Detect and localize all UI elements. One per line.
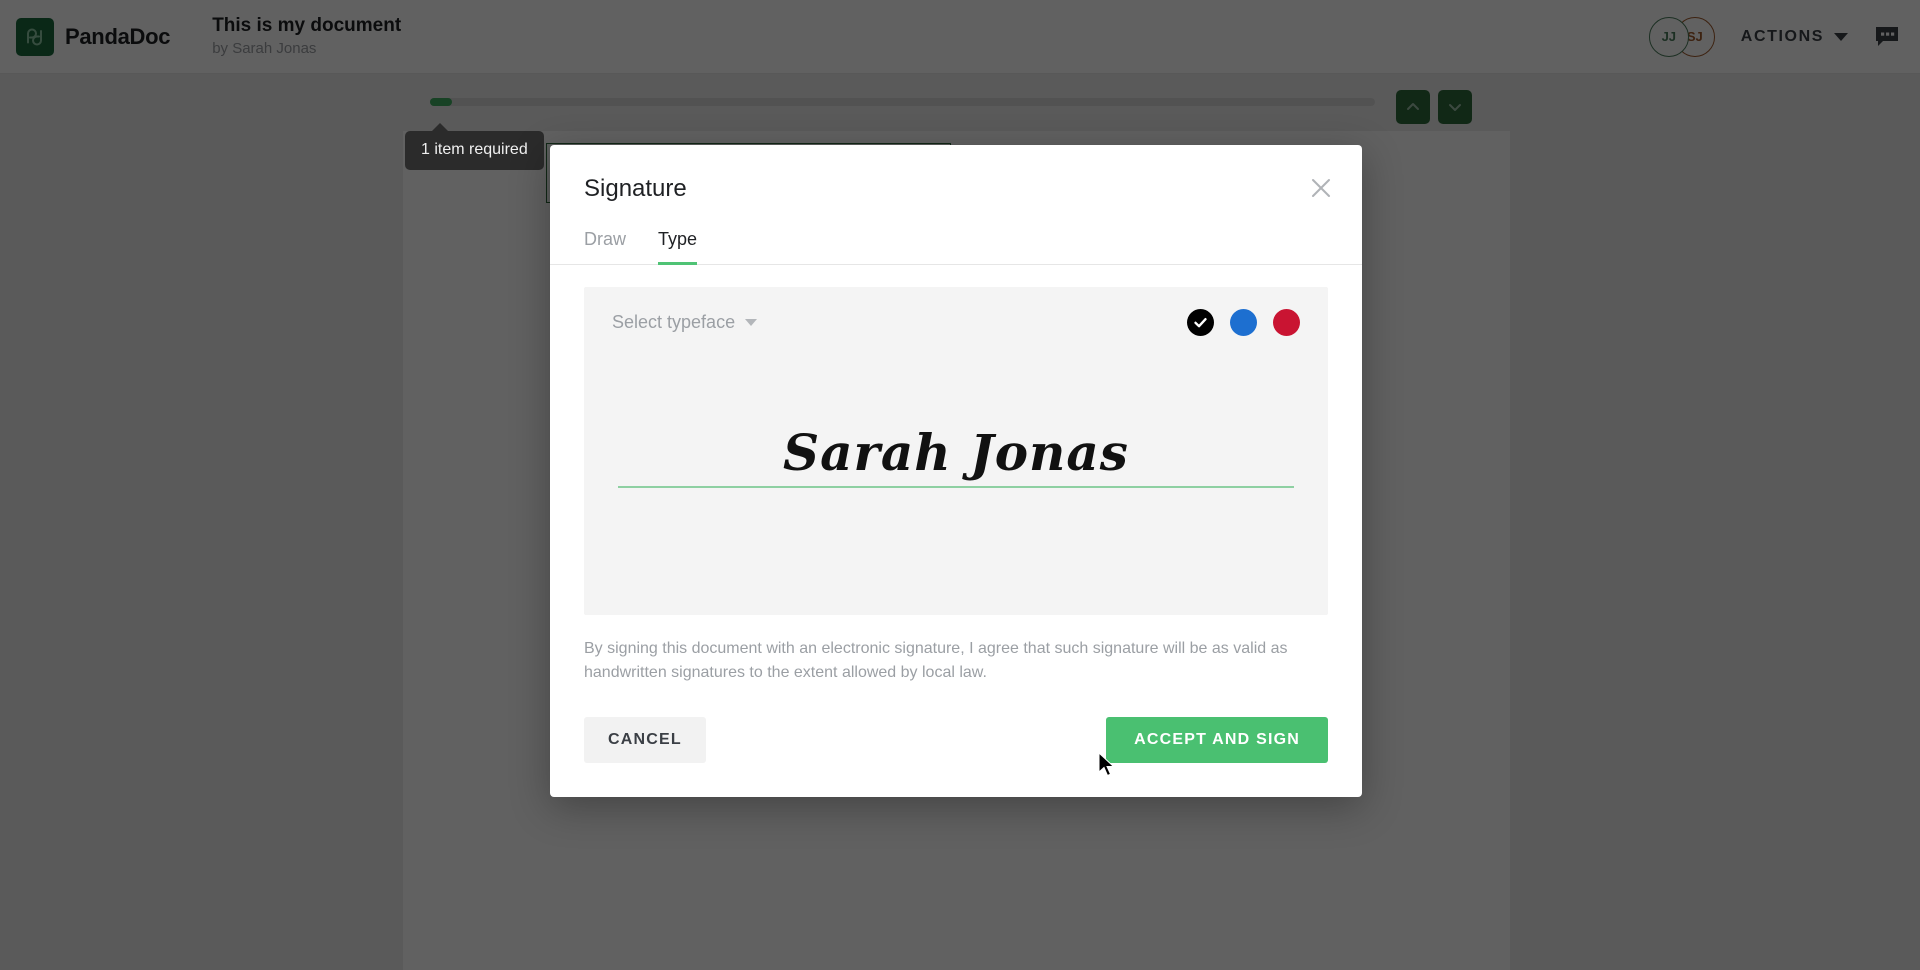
signature-preview: Sarah Jonas xyxy=(618,423,1294,488)
app-root: PandaDoc This is my document by Sarah Jo… xyxy=(0,0,1920,970)
required-items-tooltip: 1 item required xyxy=(405,123,544,170)
chevron-down-icon xyxy=(745,319,758,326)
signature-tabs: Draw Type xyxy=(550,229,1362,265)
modal-footer: CANCEL ACCEPT AND SIGN xyxy=(550,717,1362,797)
typeface-select[interactable]: Select typeface xyxy=(612,312,758,333)
accept-and-sign-button[interactable]: ACCEPT AND SIGN xyxy=(1106,717,1328,763)
signature-baseline xyxy=(618,485,1294,488)
cancel-button[interactable]: CANCEL xyxy=(584,717,706,763)
mouse-cursor xyxy=(1098,751,1118,785)
color-swatch-blue[interactable] xyxy=(1230,309,1257,336)
color-swatch-black[interactable] xyxy=(1187,309,1214,336)
color-swatch-red[interactable] xyxy=(1273,309,1300,336)
tooltip-text: 1 item required xyxy=(421,141,528,158)
modal-title: Signature xyxy=(584,175,687,202)
tab-draw[interactable]: Draw xyxy=(584,229,626,265)
typeface-select-label: Select typeface xyxy=(612,312,736,332)
tab-type[interactable]: Type xyxy=(658,229,698,265)
close-icon[interactable] xyxy=(1306,173,1336,203)
signature-modal: Signature Draw Type Select typeface Sara… xyxy=(550,145,1362,797)
modal-header: Signature xyxy=(550,145,1362,203)
signature-canvas[interactable]: Select typeface Sarah Jonas xyxy=(584,287,1328,615)
canvas-toolbar: Select typeface xyxy=(584,287,1328,336)
color-swatches xyxy=(1187,309,1300,336)
signature-text: Sarah Jonas xyxy=(783,423,1129,482)
modal-body: Select typeface Sarah Jonas xyxy=(550,265,1362,615)
esign-disclaimer: By signing this document with an electro… xyxy=(584,640,1288,681)
